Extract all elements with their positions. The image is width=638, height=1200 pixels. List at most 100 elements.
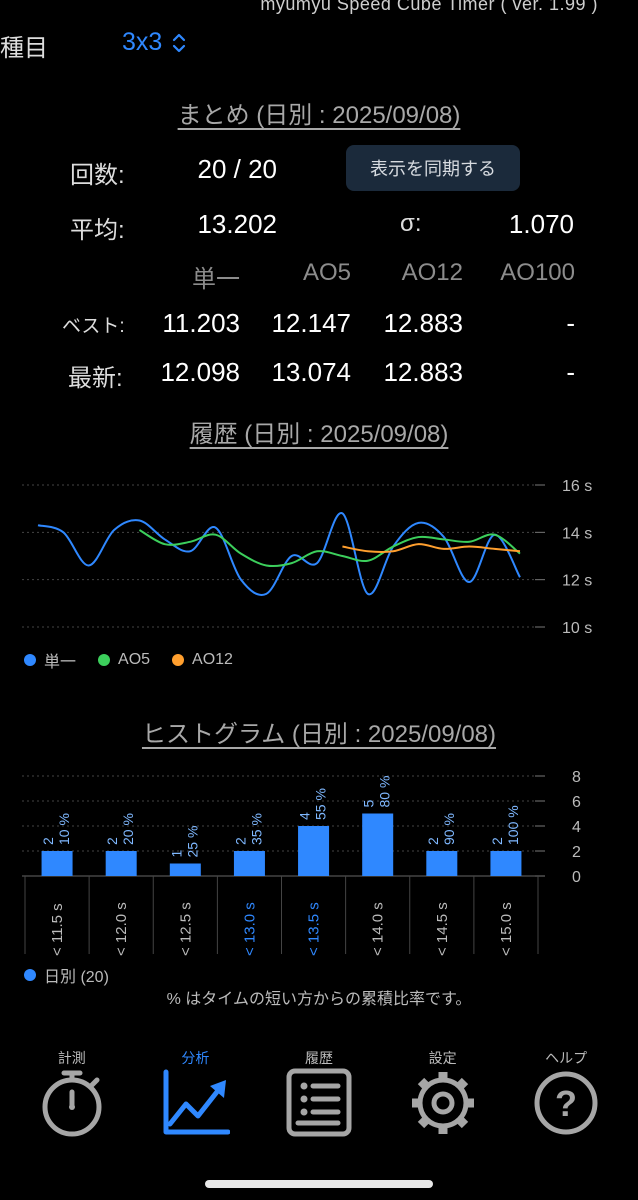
- series-line-ao12: [342, 543, 521, 554]
- bar-label-group: 2 20 %: [104, 813, 136, 845]
- latest-single: 12.098: [160, 357, 240, 387]
- y-tick-label: 12 s: [562, 573, 592, 590]
- tab-settings-label: 設定: [428, 1050, 457, 1066]
- tab-help-label: ヘルプ: [545, 1050, 588, 1066]
- bar-label-group: 2 10 %: [40, 813, 72, 845]
- tab-timer-label: 計測: [57, 1050, 86, 1066]
- tab-analysis[interactable]: 分析: [145, 1048, 245, 1143]
- tab-timer[interactable]: 計測: [22, 1048, 122, 1143]
- app-title: myumyu Speed Cube Timer ( ver. 1.99 ): [260, 0, 598, 14]
- category-label-group: < 14.5 s: [434, 902, 451, 956]
- header-single: 単一: [192, 266, 240, 293]
- best-label: ベスト:: [62, 316, 125, 337]
- tab-history[interactable]: 履歴: [269, 1048, 369, 1143]
- bar-percent-label: 100 %: [505, 805, 521, 845]
- best-ao5: 12.147: [271, 308, 351, 338]
- bar-count-label: 2: [425, 837, 441, 845]
- history-line-chart: 10 s 12 s 14 s 16 s: [22, 478, 592, 637]
- histogram-bar: [362, 813, 394, 876]
- histogram-bar: [298, 826, 330, 876]
- category-label: < 15.0 s: [498, 902, 515, 956]
- sigma-label: σ:: [400, 210, 422, 237]
- histogram-title: ヒストグラム (日別 : 2025/09/08): [141, 721, 497, 748]
- histogram-bar-chart: 024682 10 %< 11.5 s2 20 %< 12.0 s1 25 %< 12…: [22, 769, 581, 956]
- tab-help[interactable]: ヘルプ ?: [516, 1048, 616, 1143]
- histogram-bar: [41, 851, 73, 876]
- legend-label-ao12: AO12: [192, 651, 233, 668]
- bar-count-label: 1: [168, 850, 184, 858]
- bar-percent-label: 25 %: [184, 826, 200, 858]
- category-label-group: < 12.0 s: [113, 902, 130, 956]
- bar-percent-label: 10 %: [56, 813, 72, 845]
- category-label-group: < 13.0 s: [241, 902, 258, 956]
- series-line-single: [37, 512, 521, 596]
- count-label: 回数:: [70, 162, 125, 189]
- tab-settings[interactable]: 設定: [393, 1048, 493, 1143]
- bar-percent-label: 35 %: [248, 813, 264, 845]
- sync-display-button[interactable]: 表示を同期する: [346, 145, 520, 191]
- bar-percent-label: 90 %: [441, 813, 457, 845]
- histogram-bar: [490, 851, 522, 876]
- count-value: 20 / 20: [197, 154, 277, 184]
- legend-dot-daily: [24, 969, 36, 981]
- histogram-note: % はタイムの短い方からの累積比率です。: [166, 991, 472, 1008]
- y-tick-label: 8: [572, 769, 581, 786]
- chart-icon: [163, 1069, 231, 1135]
- stopwatch-icon: [42, 1070, 102, 1137]
- category-selector[interactable]: 3x3: [122, 28, 186, 57]
- bar-count-label: 2: [232, 837, 248, 845]
- legend-label-daily: 日別 (20): [44, 969, 109, 986]
- y-tick-label: 14 s: [562, 525, 592, 542]
- latest-ao100: -: [566, 357, 575, 387]
- tab-history-label: 履歴: [304, 1050, 333, 1066]
- histogram-bar: [233, 851, 265, 876]
- y-tick-label: 16 s: [562, 478, 592, 495]
- y-tick-label: 4: [572, 819, 581, 836]
- bar-label-group: 1 25 %: [168, 826, 200, 858]
- category-value: 3x3: [122, 28, 163, 56]
- category-label: 種目: [0, 35, 48, 62]
- category-label: < 13.0 s: [241, 902, 258, 956]
- bar-percent-label: 55 %: [313, 788, 329, 820]
- category-label-group: < 13.5 s: [306, 902, 323, 956]
- help-icon: ?: [534, 1071, 598, 1135]
- tab-bar: 計測 分析 履歴 設定 ヘルプ ?: [0, 1048, 638, 1143]
- bar-label-group: 4 55 %: [297, 788, 329, 820]
- bar-label-group: 2 100 %: [489, 805, 521, 845]
- header-ao12: AO12: [401, 259, 463, 286]
- bar-count-label: 5: [361, 800, 377, 808]
- header-ao5: AO5: [302, 259, 351, 286]
- home-indicator: [205, 1180, 433, 1188]
- bar-count-label: 2: [40, 837, 56, 845]
- summary-title: まとめ (日別 : 2025/09/08): [177, 102, 461, 129]
- average-label: 平均:: [70, 217, 125, 244]
- legend-dot-ao5: [98, 654, 111, 666]
- y-tick-label: 2: [572, 844, 581, 861]
- best-ao12: 12.883: [383, 308, 463, 338]
- legend-label-single: 単一: [44, 654, 77, 671]
- histogram-bar: [169, 863, 201, 876]
- category-label-group: < 15.0 s: [498, 902, 515, 956]
- best-ao100: -: [566, 308, 575, 338]
- header-ao100: AO100: [500, 259, 575, 286]
- list-icon: [286, 1068, 352, 1137]
- bar-count-label: 2: [104, 837, 120, 845]
- category-label: < 12.5 s: [177, 902, 194, 956]
- legend-dot-single: [24, 654, 36, 666]
- y-tick-label: 6: [572, 794, 581, 811]
- tab-analysis-label: 分析: [181, 1050, 210, 1066]
- bar-label-group: 2 35 %: [232, 813, 264, 845]
- bar-count-label: 4: [297, 812, 313, 820]
- histogram-bar: [426, 851, 458, 876]
- y-tick-label: 10 s: [562, 620, 592, 637]
- chevron-updown-icon: [173, 33, 186, 52]
- bar-label-group: 5 80 %: [361, 776, 393, 808]
- bar-label-group: 2 90 %: [425, 813, 457, 845]
- best-single: 11.203: [162, 308, 240, 338]
- legend-label-ao5: AO5: [118, 651, 151, 668]
- category-label: < 13.5 s: [306, 902, 323, 956]
- history-title: 履歴 (日別 : 2025/09/08): [189, 421, 449, 448]
- category-label-group: < 14.0 s: [370, 902, 387, 956]
- category-label: < 12.0 s: [113, 902, 130, 956]
- histogram-bar: [105, 851, 137, 876]
